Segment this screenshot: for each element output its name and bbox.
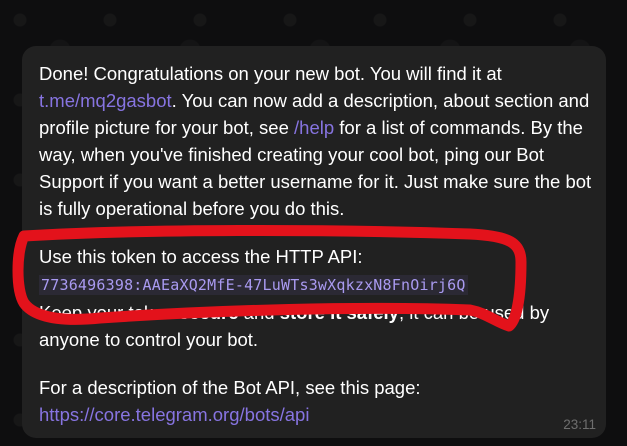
intro-text-1: Done! Congratulations on your new bot. Y… — [39, 63, 502, 84]
paragraph-token: Use this token to access the HTTP API: 77… — [39, 243, 599, 353]
bot-api-docs-link[interactable]: https://core.telegram.org/bots/api — [39, 404, 309, 425]
message-timestamp: 23:11 — [563, 417, 596, 432]
api-docs-text: For a description of the Bot API, see th… — [39, 377, 421, 398]
token-note-text-1: Keep your token — [39, 302, 179, 323]
paragraph-intro: Done! Congratulations on your new bot. Y… — [39, 60, 599, 222]
bold-store-safely: store it safely — [279, 302, 399, 323]
paragraph-api-docs: For a description of the Bot API, see th… — [39, 374, 599, 428]
bot-link[interactable]: t.me/mq2gasbot — [39, 90, 172, 111]
help-command-link[interactable]: /help — [294, 117, 334, 138]
bold-secure: secure — [178, 302, 239, 323]
token-note-text-2: and — [238, 302, 280, 323]
bot-message-text: Done! Congratulations on your new bot. Y… — [39, 60, 599, 428]
token-intro-text: Use this token to access the HTTP API: — [39, 246, 363, 267]
api-token-code[interactable]: 7736496398:AAEaXQ2MfE-47LuWTs3wXqkzxN8Fn… — [39, 275, 468, 295]
